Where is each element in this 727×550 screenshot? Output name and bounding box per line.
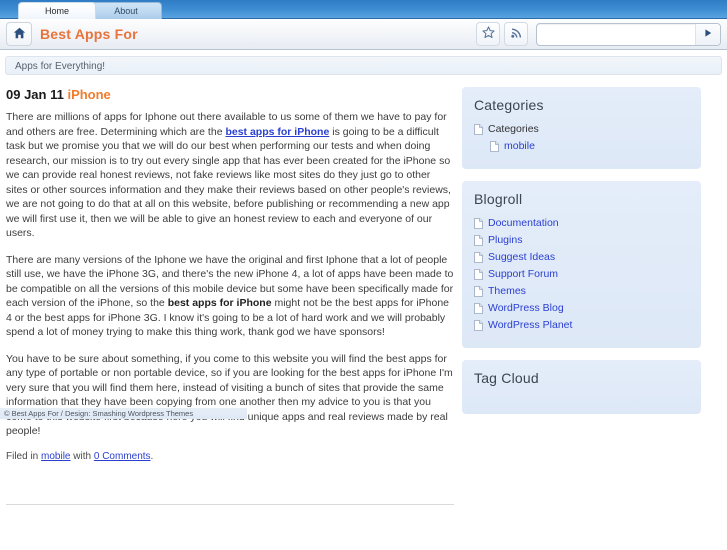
post-body: There are millions of apps for Iphone ou… — [6, 110, 454, 439]
widget-item-label: Suggest Ideas — [488, 251, 556, 263]
widget-list-item[interactable]: Plugins — [474, 232, 689, 249]
sidebar-widget: Blogroll Documentation Plugins Suggest Idea… — [462, 181, 701, 348]
widget-list-item: Categories — [474, 121, 689, 138]
rss-feed-button[interactable] — [504, 22, 528, 46]
star-icon — [481, 26, 495, 42]
widget-title: Blogroll — [474, 191, 523, 207]
post-meta: Filed in mobile with 0 Comments. — [6, 451, 454, 462]
with-label: with — [73, 450, 92, 462]
widget-title: Categories — [474, 97, 544, 113]
main-content: 09 Jan 11 iPhone There are millions of a… — [0, 87, 462, 505]
post-paragraph: You have to be sure about something, if … — [6, 352, 454, 439]
widget-item-label: Categories — [488, 123, 539, 135]
widget-item-label: WordPress Blog — [488, 302, 564, 314]
home-button[interactable] — [6, 22, 32, 46]
bookmark-button[interactable] — [476, 22, 500, 46]
widget-item-label: Plugins — [488, 234, 523, 246]
widget-title: Tag Cloud — [474, 370, 539, 386]
sidebar-widget: Categories Categories mobile — [462, 87, 701, 169]
sidebar: Categories Categories mobile Blogroll Docume… — [462, 87, 705, 505]
post-paragraph: There are millions of apps for Iphone ou… — [6, 110, 454, 241]
widget-list-item[interactable]: Documentation — [474, 215, 689, 232]
page-layout: 09 Jan 11 iPhone There are millions of a… — [0, 75, 727, 505]
widget-list-item[interactable]: Suggest Ideas — [474, 249, 689, 266]
browser-tab-about[interactable]: About — [90, 2, 162, 19]
widget-empty-body — [474, 394, 689, 398]
widget-list-item[interactable]: Themes — [474, 283, 689, 300]
widget-item-label: Themes — [488, 285, 526, 297]
post-text: is going to be a difficult task but we p… — [6, 125, 451, 240]
browser-toolbar: Best Apps For — [0, 19, 727, 50]
widget-item-label: WordPress Planet — [488, 319, 573, 331]
widget-list-item[interactable]: Support Forum — [474, 266, 689, 283]
post-inline-link[interactable]: best apps for iPhone — [225, 126, 329, 138]
browser-tab-bar: Home About — [0, 0, 727, 19]
site-title: Best Apps For — [40, 26, 138, 42]
widget-list-item[interactable]: WordPress Planet — [474, 317, 689, 334]
widget-list: Categories mobile — [474, 121, 689, 155]
filed-in-label: Filed in — [6, 450, 39, 462]
widget-item-label: Support Forum — [488, 268, 559, 280]
post-text: You have to be sure about something, if … — [6, 352, 453, 438]
post-paragraph: There are many versions of the Iphone we… — [6, 253, 454, 340]
search-box[interactable] — [536, 22, 721, 46]
site-footer: © Best Apps For / Design: Smashing Wordp… — [0, 408, 247, 419]
rss-icon — [510, 26, 523, 42]
browser-tab-home-label: Home — [44, 6, 69, 16]
browser-tab-about-label: About — [114, 6, 138, 16]
browser-tab-home[interactable]: Home — [18, 2, 96, 19]
post-comments-link[interactable]: 0 Comments — [94, 451, 151, 462]
home-icon — [13, 27, 26, 42]
sidebar-widget: Tag Cloud — [462, 360, 701, 414]
widget-item-label: mobile — [504, 140, 535, 152]
page-body: Apps for Everything! 09 Jan 11 iPhone Th… — [0, 56, 727, 550]
widget-list-item[interactable]: mobile — [474, 138, 689, 155]
post-bold-text: best apps for iPhone — [167, 297, 272, 309]
content-divider — [6, 503, 454, 505]
post-category-link[interactable]: mobile — [41, 451, 70, 462]
post-title: 09 Jan 11 iPhone — [6, 87, 454, 102]
meta-trailing: . — [150, 450, 154, 462]
widget-list: Documentation Plugins Suggest Ideas Support… — [474, 215, 689, 334]
site-tagline: Apps for Everything! — [5, 56, 722, 75]
play-arrow-icon — [703, 28, 713, 41]
post-category: iPhone — [67, 87, 111, 102]
widget-item-label: Documentation — [488, 217, 559, 229]
search-input[interactable] — [537, 24, 695, 44]
widget-list-item[interactable]: WordPress Blog — [474, 300, 689, 317]
post-date: 09 Jan 11 — [6, 87, 64, 102]
search-go-button[interactable] — [695, 23, 720, 45]
